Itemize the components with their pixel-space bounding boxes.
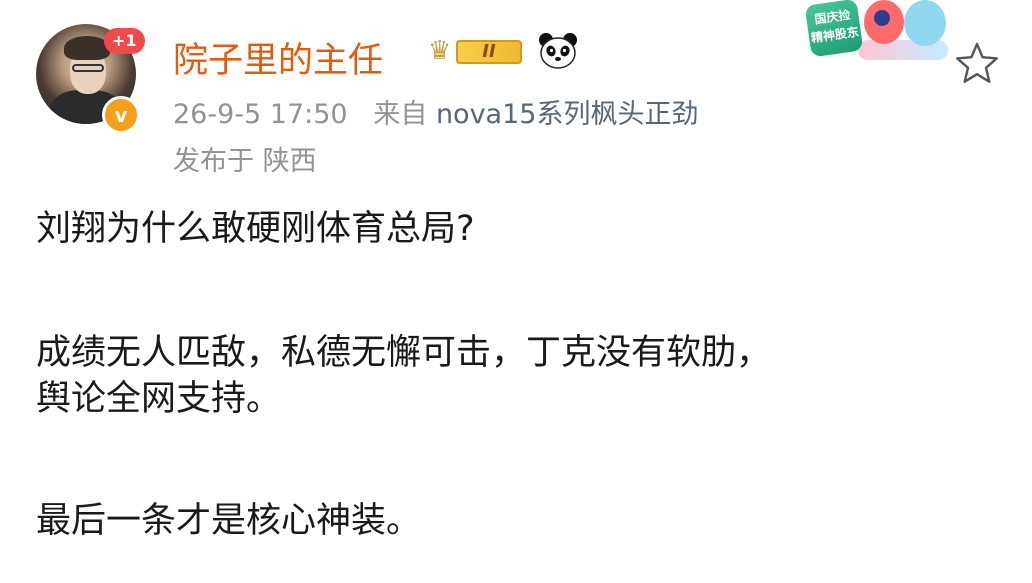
post-location: 发布于 陕西 xyxy=(173,146,317,177)
source-prefix: 来自 xyxy=(373,99,428,130)
content-line-4: 最后一条才是核心神装。 xyxy=(36,501,422,541)
promo-character-red xyxy=(864,0,904,44)
star-icon[interactable] xyxy=(954,40,1000,86)
post-timestamp: 26-9-5 17:50 xyxy=(173,99,348,130)
promo-tile: 国庆捡 精神股东 xyxy=(804,0,864,58)
verified-mark: v xyxy=(114,103,128,127)
promo-character-blue xyxy=(904,0,946,46)
author-name[interactable]: 院子里的主任 xyxy=(173,32,383,83)
content-line-2: 成绩无人匹敌，私德无懈可击，丁克没有软肋， xyxy=(36,333,772,373)
content-line-1: 刘翔为什么敢硬刚体育总局? xyxy=(36,209,475,249)
panda-icon xyxy=(539,33,577,69)
device-source-link[interactable]: nova15系列枫头正劲 xyxy=(436,99,699,130)
author-avatar-area[interactable]: +1 v xyxy=(36,24,146,134)
avatar-glasses xyxy=(72,64,104,72)
crown-icon: ♛ xyxy=(428,36,452,66)
member-level-badge[interactable]: ♛ II xyxy=(428,36,526,68)
content-line-3: 舆论全网支持。 xyxy=(36,379,282,419)
post-meta: 26-9-5 17:50 来自 nova15系列枫头正劲 xyxy=(173,92,698,131)
verified-badge-icon: v xyxy=(102,96,140,134)
promo-sticker[interactable]: 国庆捡 精神股东 xyxy=(800,0,960,72)
notification-badge[interactable]: +1 xyxy=(104,28,145,54)
level-tag: II xyxy=(456,40,522,64)
